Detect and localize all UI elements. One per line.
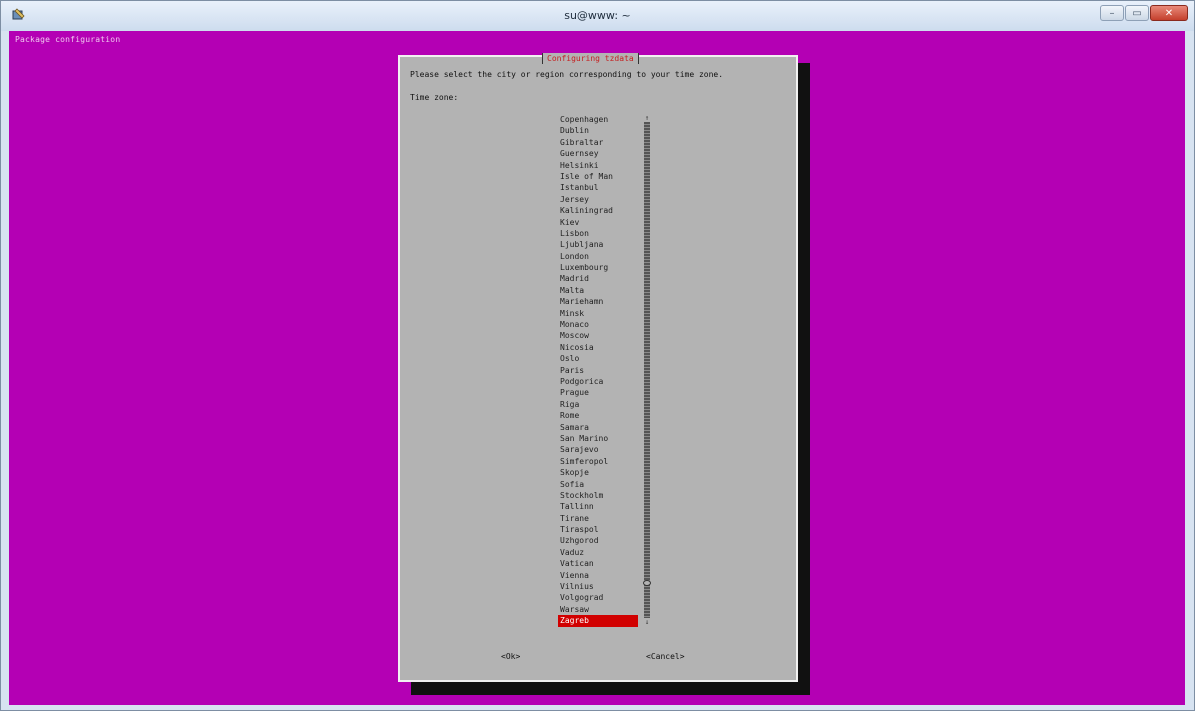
time-zone-item[interactable]: Malta xyxy=(558,285,638,296)
time-zone-item[interactable]: Monaco xyxy=(558,319,638,330)
dialog-title: Configuring tzdata xyxy=(542,53,639,64)
time-zone-item[interactable]: Ljubljana xyxy=(558,239,638,250)
scroll-up-arrow-icon[interactable]: ↑ xyxy=(644,114,650,122)
ok-button[interactable]: <Ok> xyxy=(501,651,520,662)
time-zone-item[interactable]: Simferopol xyxy=(558,456,638,467)
time-zone-item[interactable]: Sarajevo xyxy=(558,444,638,455)
time-zone-item[interactable]: Lisbon xyxy=(558,228,638,239)
time-zone-item[interactable]: Vatican xyxy=(558,558,638,569)
close-button[interactable]: ✕ xyxy=(1150,5,1188,21)
time-zone-item[interactable]: Copenhagen xyxy=(558,114,638,125)
time-zone-item[interactable]: Oslo xyxy=(558,353,638,364)
close-icon: ✕ xyxy=(1164,7,1174,19)
time-zone-item[interactable]: Jersey xyxy=(558,194,638,205)
time-zone-item[interactable]: Warsaw xyxy=(558,604,638,615)
time-zone-item[interactable]: Skopje xyxy=(558,467,638,478)
time-zone-item[interactable]: Nicosia xyxy=(558,342,638,353)
time-zone-item[interactable]: Madrid xyxy=(558,273,638,284)
time-zone-item[interactable]: Vienna xyxy=(558,570,638,581)
time-zone-item[interactable]: Kiev xyxy=(558,217,638,228)
title-bar[interactable]: su@www: ~ – ▭ ✕ xyxy=(1,1,1194,31)
tzdata-dialog: Configuring tzdata Please select the cit… xyxy=(398,53,798,682)
time-zone-item[interactable]: Gibraltar xyxy=(558,137,638,148)
minimize-icon: – xyxy=(1109,7,1115,19)
cancel-button[interactable]: <Cancel> xyxy=(646,651,685,662)
time-zone-item[interactable]: San Marino xyxy=(558,433,638,444)
terminal-window: su@www: ~ – ▭ ✕ Package configuration Co… xyxy=(0,0,1195,711)
time-zone-item[interactable]: Tiraspol xyxy=(558,524,638,535)
time-zone-item[interactable]: Podgorica xyxy=(558,376,638,387)
time-zone-item[interactable]: Isle of Man xyxy=(558,171,638,182)
dialog-prompt: Please select the city or region corresp… xyxy=(410,70,724,79)
time-zone-item[interactable]: Helsinki xyxy=(558,160,638,171)
minimize-button[interactable]: – xyxy=(1100,5,1124,21)
time-zone-item[interactable]: Riga xyxy=(558,399,638,410)
maximize-button[interactable]: ▭ xyxy=(1125,5,1149,21)
time-zone-item[interactable]: Uzhgorod xyxy=(558,535,638,546)
time-zone-item[interactable]: Vilnius xyxy=(558,581,638,592)
time-zone-item[interactable]: Stockholm xyxy=(558,490,638,501)
time-zone-item[interactable]: Vaduz xyxy=(558,547,638,558)
time-zone-item[interactable]: Kaliningrad xyxy=(558,205,638,216)
time-zone-item[interactable]: Samara xyxy=(558,422,638,433)
time-zone-item[interactable]: Minsk xyxy=(558,308,638,319)
time-zone-item[interactable]: London xyxy=(558,251,638,262)
time-zone-item[interactable]: Rome xyxy=(558,410,638,421)
backtitle: Package configuration xyxy=(15,35,121,44)
time-zone-item[interactable]: Luxembourg xyxy=(558,262,638,273)
terminal-area[interactable]: Package configuration Configuring tzdata… xyxy=(9,31,1185,705)
time-zone-item[interactable]: Tallinn xyxy=(558,501,638,512)
maximize-icon: ▭ xyxy=(1132,7,1142,19)
time-zone-item[interactable]: Prague xyxy=(558,387,638,398)
scroll-down-arrow-icon[interactable]: ↓ xyxy=(644,618,650,626)
scrollbar-track[interactable] xyxy=(644,122,650,618)
time-zone-item[interactable]: Zagreb xyxy=(558,615,638,627)
window-title: su@www: ~ xyxy=(564,9,631,22)
time-zone-item[interactable]: Volgograd xyxy=(558,592,638,603)
time-zone-list[interactable]: Copenhagen Dublin Gibraltar Guernsey Helsink… xyxy=(558,114,638,627)
time-zone-item[interactable]: Dublin xyxy=(558,125,638,136)
time-zone-item[interactable]: Tirane xyxy=(558,513,638,524)
time-zone-item[interactable]: Guernsey xyxy=(558,148,638,159)
time-zone-item[interactable]: Paris xyxy=(558,365,638,376)
time-zone-item[interactable]: Mariehamn xyxy=(558,296,638,307)
time-zone-item[interactable]: Sofia xyxy=(558,479,638,490)
time-zone-item[interactable]: Istanbul xyxy=(558,182,638,193)
time-zone-label: Time zone: xyxy=(410,93,459,102)
time-zone-item[interactable]: Moscow xyxy=(558,330,638,341)
